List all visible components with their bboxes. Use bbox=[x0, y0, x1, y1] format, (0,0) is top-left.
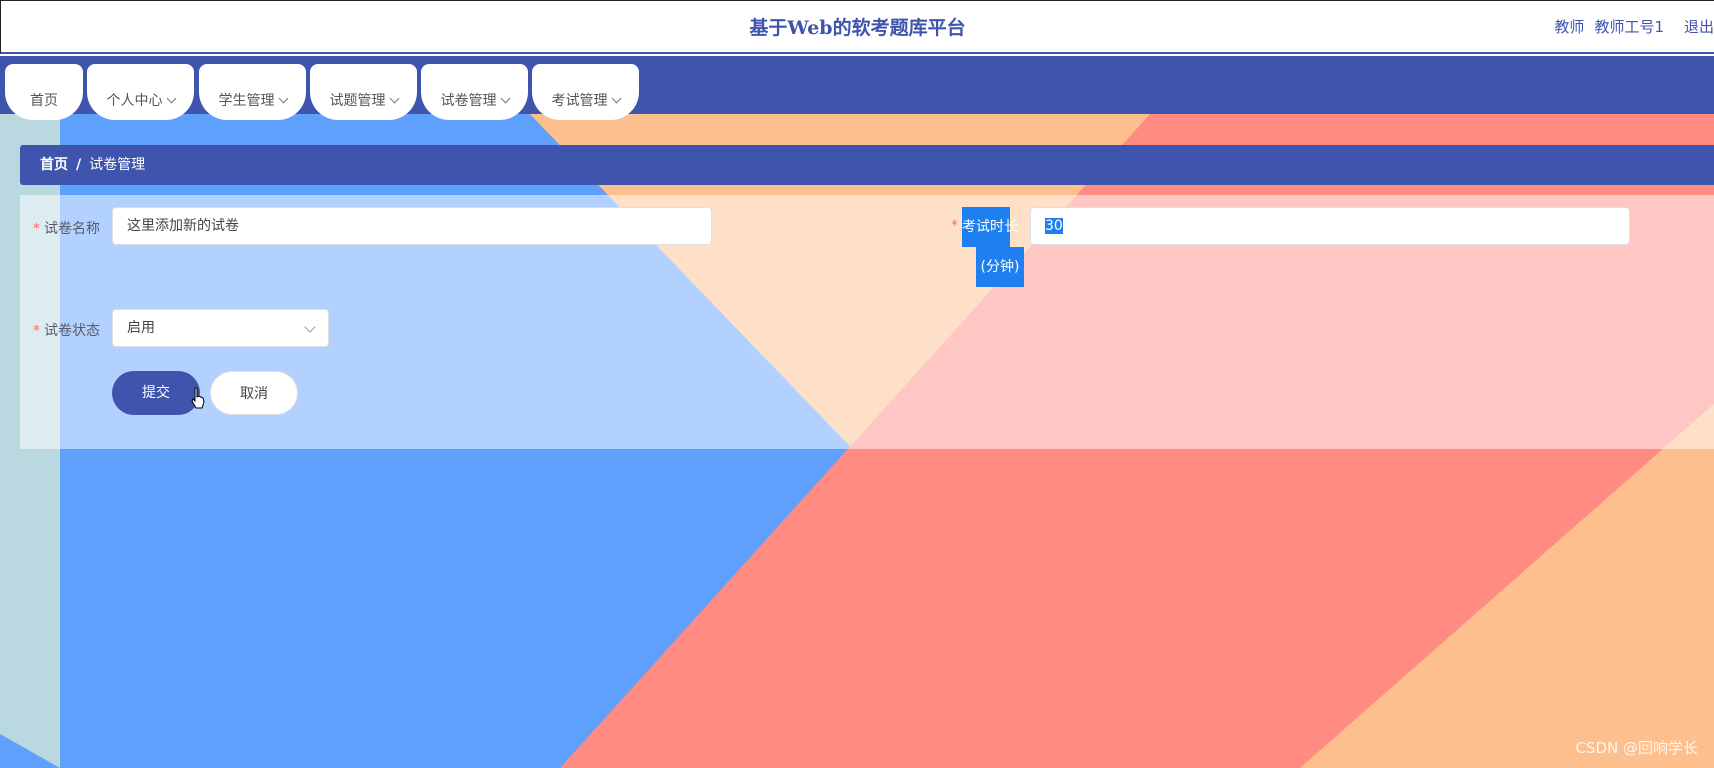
duration-label-line2: (分钟) bbox=[976, 247, 1024, 287]
user-area: 教师 教师工号1 退出 bbox=[1554, 16, 1714, 37]
breadcrumb-home[interactable]: 首页 bbox=[40, 157, 68, 173]
user-name: 教师工号1 bbox=[1594, 18, 1664, 36]
cancel-button[interactable]: 取消 bbox=[210, 371, 298, 415]
app-title: 基于Web的软考题库平台 bbox=[749, 17, 966, 39]
nav-item-label: 首页 bbox=[30, 93, 58, 109]
nav-item-label: 试题管理 bbox=[329, 93, 386, 109]
paper-status-label: * 试卷状态 bbox=[33, 320, 100, 340]
breadcrumb-separator: / bbox=[76, 157, 82, 173]
chevron-down-icon bbox=[304, 321, 316, 333]
breadcrumb-current: 试卷管理 bbox=[89, 157, 146, 173]
nav-item-personal-center[interactable]: 个人中心 bbox=[87, 64, 194, 120]
nav-item-exam-management[interactable]: 考试管理 bbox=[532, 64, 639, 120]
paper-status-value: 启用 bbox=[127, 320, 155, 336]
main-nav: 首页 个人中心 学生管理 试题管理 试卷管理 考试管理 bbox=[0, 56, 1714, 120]
nav-item-question-management[interactable]: 试题管理 bbox=[310, 64, 417, 120]
top-bar: 基于Web的软考题库平台 教师 教师工号1 退出 bbox=[0, 0, 1714, 54]
breadcrumb: 首页 / 试卷管理 bbox=[20, 145, 1714, 185]
user-role: 教师 bbox=[1554, 18, 1585, 36]
chevron-down-icon bbox=[500, 93, 510, 104]
paper-name-label-text: 试卷名称 bbox=[44, 221, 100, 237]
nav-item-label: 个人中心 bbox=[106, 93, 163, 109]
chevron-down-icon bbox=[389, 93, 399, 104]
duration-label: 考试时长 (分钟) bbox=[962, 207, 1024, 287]
nav-item-student-management[interactable]: 学生管理 bbox=[199, 64, 306, 120]
duration-input[interactable]: 30 bbox=[1030, 207, 1630, 245]
paper-status-label-text: 试卷状态 bbox=[44, 323, 100, 339]
chevron-down-icon bbox=[611, 93, 621, 104]
nav-item-label: 学生管理 bbox=[218, 93, 275, 109]
nav-item-paper-management[interactable]: 试卷管理 bbox=[421, 64, 528, 120]
paper-name-input[interactable]: 这里添加新的试卷 bbox=[112, 207, 712, 245]
paper-name-label: * 试卷名称 bbox=[33, 218, 100, 238]
watermark: CSDN @回响学长 bbox=[1575, 739, 1698, 757]
paper-status-select[interactable]: 启用 bbox=[112, 309, 329, 347]
submit-button[interactable]: 提交 bbox=[112, 371, 200, 415]
duration-value: 30 bbox=[1045, 218, 1063, 234]
required-mark: * bbox=[951, 218, 958, 234]
logout-link[interactable]: 退出 bbox=[1684, 18, 1714, 36]
chevron-down-icon bbox=[166, 93, 176, 104]
nav-item-home[interactable]: 首页 bbox=[5, 64, 83, 120]
duration-required-mark: * bbox=[951, 218, 962, 234]
required-mark: * bbox=[33, 221, 40, 237]
nav-item-label: 试卷管理 bbox=[440, 93, 497, 109]
hand-cursor-icon bbox=[191, 387, 205, 409]
duration-label-line1: 考试时长 bbox=[962, 207, 1018, 247]
nav-item-label: 考试管理 bbox=[551, 93, 608, 109]
chevron-down-icon bbox=[278, 93, 288, 104]
required-mark: * bbox=[33, 323, 40, 339]
